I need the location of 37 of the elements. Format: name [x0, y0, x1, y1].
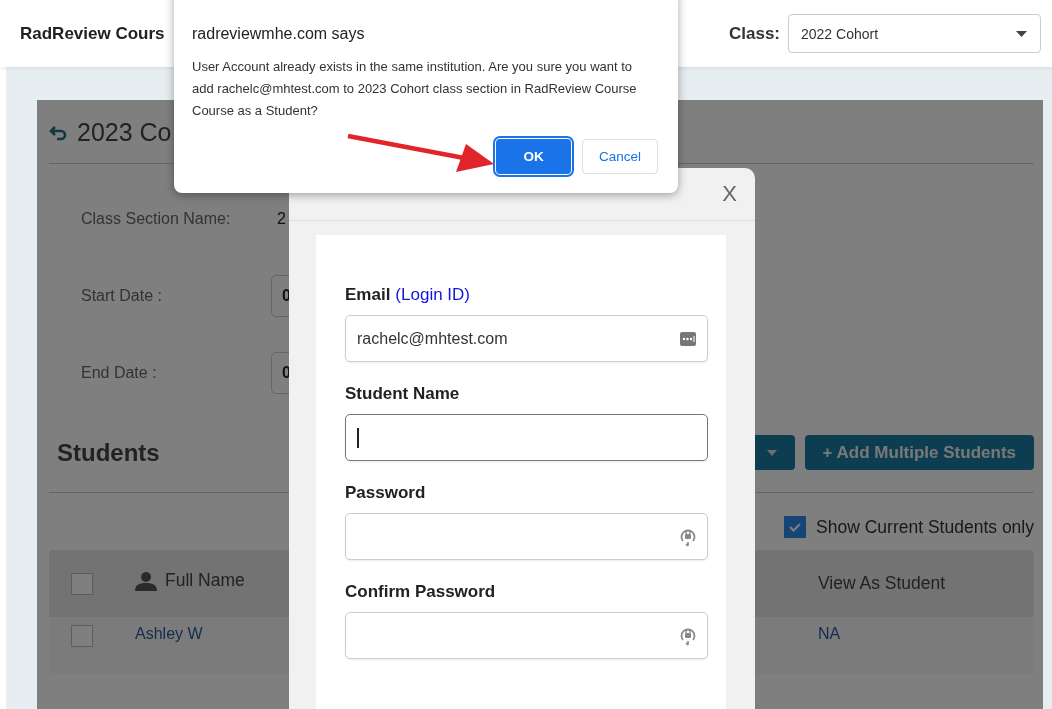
field-label: Student Name: [345, 384, 460, 404]
ok-button[interactable]: OK: [496, 139, 571, 174]
alert-title: radreviewmhe.com says: [192, 25, 366, 43]
input-field[interactable]: [345, 612, 708, 659]
field-label: Password: [345, 483, 426, 503]
column-header: Full Name: [165, 570, 245, 591]
add-multiple-students-button[interactable]: + Add Multiple Students: [804, 435, 1034, 470]
column-header: View As Student: [818, 573, 947, 594]
field-label: Email: [345, 285, 391, 305]
back-icon[interactable]: [49, 124, 67, 141]
alert-message: User Account already exists in the same institution. Are you sure you want to add rachelc@mhtest.com to 2023 Cohort class section in RadReview Course Course as a Student?: [192, 58, 637, 120]
cancel-button[interactable]: Cancel: [582, 139, 658, 174]
page-title: 2023 Co: [77, 118, 172, 147]
filter-label: Show Current Students only: [816, 516, 1034, 538]
input-field[interactable]: [345, 414, 708, 461]
students-heading: Students: [57, 438, 160, 467]
caret-icon: [766, 449, 777, 456]
detail-label: Start Date :: [81, 286, 163, 305]
detail-label: End Date :: [81, 363, 158, 382]
detail-label: Class Section Name:: [81, 209, 232, 228]
input-field[interactable]: rachelc@mhtest.com: [345, 315, 708, 362]
app-title: RadReview Cours: [20, 23, 165, 44]
checkbox[interactable]: [71, 625, 93, 647]
caret-icon: [1016, 30, 1027, 37]
autofill-icon[interactable]: [680, 331, 696, 346]
detail-value: 2: [277, 209, 286, 228]
checkbox[interactable]: [71, 572, 93, 595]
close-button[interactable]: X: [722, 181, 737, 207]
user-icon: [135, 570, 157, 591]
text-cursor: [357, 427, 359, 448]
view-as-student-link[interactable]: NA: [818, 625, 1034, 643]
field-label-note: (Login ID): [395, 285, 470, 305]
input-field[interactable]: [345, 513, 708, 560]
class-label: Class:: [728, 23, 780, 44]
class-select[interactable]: 2022 Cohort: [788, 14, 1041, 53]
checkbox[interactable]: [784, 516, 807, 538]
field-label: Confirm Password: [345, 582, 496, 602]
